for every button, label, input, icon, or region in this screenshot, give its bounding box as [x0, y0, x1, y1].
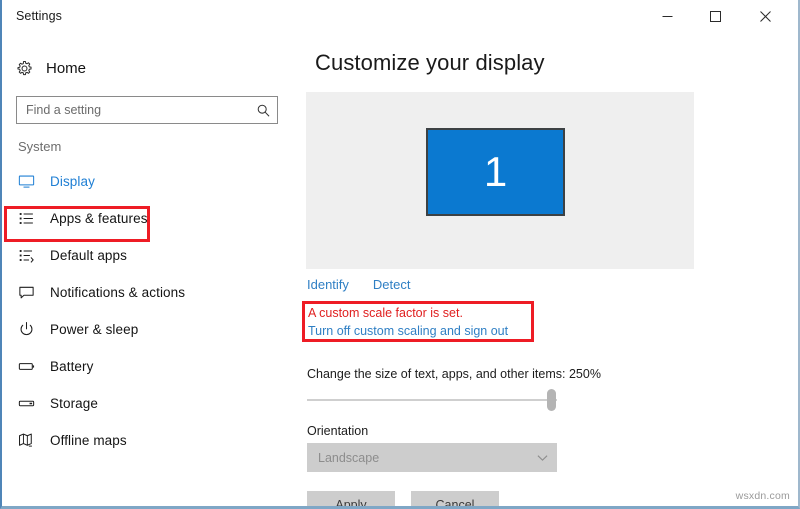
custom-scale-warning-text: A custom scale factor is set.	[308, 306, 463, 320]
power-icon	[2, 321, 50, 338]
list-arrow-icon	[2, 247, 50, 264]
orientation-dropdown[interactable]: Landscape	[307, 443, 557, 472]
sidebar-item-label: Apps & features	[50, 211, 148, 226]
close-button[interactable]	[742, 0, 788, 32]
minimize-button[interactable]	[644, 0, 690, 32]
slider-thumb[interactable]	[547, 389, 556, 411]
minimize-icon	[662, 15, 672, 17]
sidebar-item-label: Offline maps	[50, 433, 127, 448]
close-icon	[759, 10, 771, 22]
monitor-icon	[2, 173, 50, 190]
monitor-1[interactable]: 1	[426, 128, 565, 216]
sidebar-item-label: Battery	[50, 359, 94, 374]
page-title: Customize your display	[315, 50, 545, 75]
watermark: wsxdn.com	[735, 490, 790, 502]
cancel-button[interactable]: Cancel	[411, 491, 499, 506]
title-bar: Settings	[2, 0, 798, 36]
sidebar-nav-list: Display Apps & features Default apps Not…	[2, 163, 298, 459]
sidebar-group-label: System	[18, 139, 62, 154]
chevron-down-icon	[527, 454, 557, 462]
orientation-selected-value: Landscape	[318, 450, 380, 465]
scale-label: Change the size of text, apps, and other…	[307, 367, 601, 381]
sidebar-item-offline-maps[interactable]: Offline maps	[2, 422, 278, 459]
sidebar-item-notifications-actions[interactable]: Notifications & actions	[2, 274, 278, 311]
search-icon[interactable]	[249, 97, 277, 123]
sidebar-item-label: Display	[50, 174, 95, 189]
slider-track	[307, 399, 557, 401]
sidebar-item-label: Notifications & actions	[50, 285, 186, 300]
sidebar-item-apps-features[interactable]: Apps & features	[2, 200, 278, 237]
battery-icon	[2, 358, 50, 375]
turn-off-custom-scaling-link[interactable]: Turn off custom scaling and sign out	[308, 324, 508, 338]
sidebar-item-home[interactable]: Home	[2, 50, 272, 86]
window-title: Settings	[16, 9, 62, 23]
gear-icon	[2, 60, 46, 77]
main-content: Customize your display 1 Identify Detect…	[298, 36, 798, 506]
sidebar-item-label: Storage	[50, 396, 98, 411]
window-body: Home System	[2, 36, 798, 506]
sidebar-item-storage[interactable]: Storage	[2, 385, 278, 422]
settings-window: Settings Home Find a setting System Disp…	[0, 0, 800, 509]
search-input[interactable]	[17, 97, 249, 123]
sidebar-item-label: Default apps	[50, 248, 127, 263]
maximize-button[interactable]	[692, 0, 738, 32]
identify-link[interactable]: Identify	[307, 277, 349, 292]
display-preview-area: 1	[306, 92, 694, 269]
sidebar-item-power-sleep[interactable]: Power & sleep	[2, 311, 278, 348]
sidebar-item-label: Power & sleep	[50, 322, 139, 337]
sidebar: Home System	[2, 36, 298, 506]
drive-icon	[2, 395, 50, 412]
maximize-icon	[709, 10, 721, 22]
sidebar-item-battery[interactable]: Battery	[2, 348, 278, 385]
sidebar-home-label: Home	[46, 59, 87, 77]
list-icon	[2, 210, 50, 227]
sidebar-item-default-apps[interactable]: Default apps	[2, 237, 278, 274]
apply-button[interactable]: Apply	[307, 491, 395, 506]
scale-slider[interactable]	[307, 389, 557, 411]
action-buttons: Apply Cancel	[307, 491, 499, 506]
sidebar-item-display[interactable]: Display	[2, 163, 278, 200]
display-actions: Identify Detect	[307, 277, 411, 292]
speech-bubble-icon	[2, 284, 50, 301]
orientation-label: Orientation	[307, 424, 369, 438]
map-icon	[2, 432, 50, 449]
search-box[interactable]	[16, 96, 278, 124]
monitor-number-label: 1	[483, 148, 508, 195]
detect-link[interactable]: Detect	[373, 277, 411, 292]
